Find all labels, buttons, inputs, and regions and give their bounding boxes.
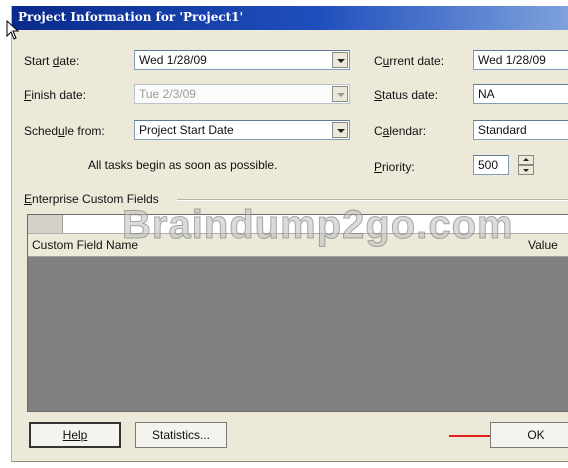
- help-button-label: Help: [62, 428, 88, 442]
- priority-label: Priority:: [374, 160, 415, 174]
- column-header-value[interactable]: Value: [528, 238, 558, 252]
- chevron-down-icon[interactable]: [332, 122, 348, 138]
- statistics-button[interactable]: Statistics...: [135, 422, 227, 448]
- current-date-value: Wed 1/28/09: [478, 53, 546, 67]
- priority-spinner[interactable]: [518, 155, 534, 175]
- calendar-label: Calendar:: [374, 124, 427, 138]
- start-date-label: Start date:: [24, 54, 80, 68]
- start-date-dropdown[interactable]: Wed 1/28/09: [134, 50, 350, 70]
- finish-date-label: Finish date:: [24, 88, 87, 102]
- calendar-select[interactable]: Standard: [473, 120, 568, 140]
- spin-down-icon[interactable]: [518, 165, 534, 175]
- ok-button-label: OK: [527, 428, 545, 442]
- status-date-label: Status date:: [374, 88, 439, 102]
- watermark: Braindump2go.com: [122, 203, 514, 248]
- finish-date-dropdown[interactable]: Tue 2/3/09: [134, 84, 350, 104]
- statistics-button-label: Statistics...: [151, 428, 210, 442]
- chevron-down-icon[interactable]: [332, 52, 348, 68]
- grid-corner-cell: [28, 215, 63, 233]
- priority-input[interactable]: 500: [473, 155, 509, 175]
- group-divider: [177, 199, 568, 201]
- current-date-dropdown[interactable]: Wed 1/28/09: [473, 50, 568, 70]
- schedule-note: All tasks begin as soon as possible.: [88, 158, 278, 172]
- schedule-from-select[interactable]: Project Start Date: [134, 120, 350, 140]
- ok-button[interactable]: OK: [490, 422, 568, 448]
- calendar-value: Standard: [478, 123, 527, 137]
- chevron-down-icon[interactable]: [332, 86, 348, 102]
- priority-value: 500: [478, 158, 499, 172]
- help-button[interactable]: Help: [29, 422, 121, 448]
- spin-up-icon[interactable]: [518, 155, 534, 165]
- current-date-label: Current date:: [374, 54, 445, 68]
- title-bar[interactable]: Project Information for 'Project1': [12, 6, 568, 30]
- mouse-pointer-icon: [6, 20, 20, 40]
- start-date-value: Wed 1/28/09: [139, 53, 207, 67]
- status-date-dropdown[interactable]: NA: [473, 84, 568, 104]
- finish-date-value: Tue 2/3/09: [139, 87, 196, 101]
- schedule-from-label: Schedule from:: [24, 124, 105, 138]
- status-date-value: NA: [478, 87, 495, 101]
- schedule-from-value: Project Start Date: [139, 123, 234, 137]
- project-information-dialog: Project Information for 'Project1' Start…: [11, 6, 568, 462]
- dialog-title: Project Information for 'Project1': [18, 10, 244, 24]
